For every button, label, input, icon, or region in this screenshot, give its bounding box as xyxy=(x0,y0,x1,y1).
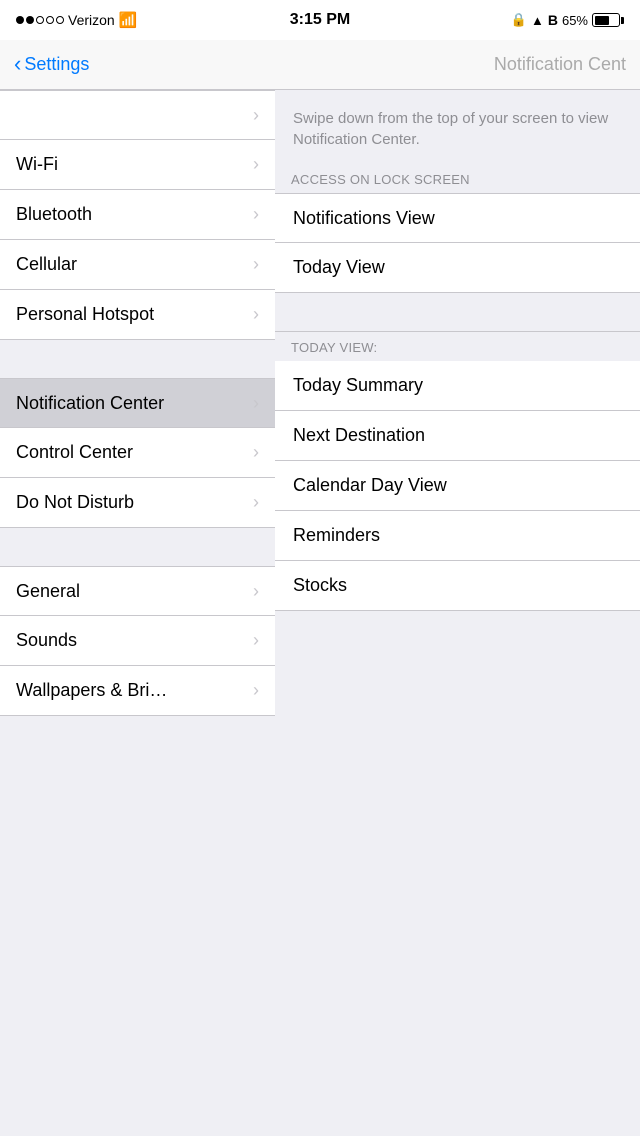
right-item-today-view[interactable]: Today View xyxy=(275,243,640,293)
right-item-notifications-view[interactable]: Notifications View xyxy=(275,193,640,243)
lock-screen-header: ACCESS ON LOCK SCREEN xyxy=(275,164,640,193)
sidebar-item-cellular[interactable]: Cellular › xyxy=(0,240,275,290)
right-item-today-summary[interactable]: Today Summary xyxy=(275,361,640,411)
sidebar-item-wifi[interactable]: Wi-Fi › xyxy=(0,140,275,190)
chevron-icon: › xyxy=(253,581,259,602)
sidebar-item-general[interactable]: General › xyxy=(0,566,275,616)
battery-percent: 65% xyxy=(562,13,588,28)
lock-icon: 🔒 xyxy=(511,12,527,28)
sidebar-item-do-not-disturb[interactable]: Do Not Disturb › xyxy=(0,478,275,528)
sidebar-item-cropped[interactable]: › xyxy=(0,90,275,140)
chevron-icon: › xyxy=(253,105,259,126)
sidebar-item-wallpapers[interactable]: Wallpapers & Bri… › xyxy=(0,666,275,716)
chevron-icon: › xyxy=(253,154,259,175)
sidebar-item-control-center[interactable]: Control Center › xyxy=(0,428,275,478)
chevron-icon: › xyxy=(253,304,259,325)
description-box: Swipe down from the top of your screen t… xyxy=(275,90,640,164)
bluetooth-icon: B xyxy=(548,12,558,28)
nav-bar: ‹ Settings Notification Cent xyxy=(0,40,640,90)
back-label: Settings xyxy=(24,54,89,75)
status-bar: Verizon 📶 3:15 PM 🔒 ▲ B 65% xyxy=(0,0,640,40)
sidebar-gap-2 xyxy=(0,528,275,566)
main-layout: › Wi-Fi › Bluetooth › Cellular › Persona… xyxy=(0,90,640,1136)
right-item-reminders[interactable]: Reminders xyxy=(275,511,640,561)
chevron-icon: › xyxy=(253,492,259,513)
sidebar: › Wi-Fi › Bluetooth › Cellular › Persona… xyxy=(0,90,275,1136)
signal-icon xyxy=(16,16,64,24)
sidebar-item-sounds[interactable]: Sounds › xyxy=(0,616,275,666)
right-panel: Swipe down from the top of your screen t… xyxy=(275,90,640,1136)
battery-icon xyxy=(592,13,624,27)
chevron-icon: › xyxy=(253,204,259,225)
status-right: 🔒 ▲ B 65% xyxy=(511,12,624,28)
section-gap xyxy=(275,293,640,331)
sidebar-gap-1 xyxy=(0,340,275,378)
chevron-icon: › xyxy=(253,442,259,463)
sidebar-item-notification-center[interactable]: Notification Center › xyxy=(0,378,275,428)
nav-right-title: Notification Cent xyxy=(494,54,640,75)
sidebar-item-hotspot[interactable]: Personal Hotspot › xyxy=(0,290,275,340)
right-panel-inner: Swipe down from the top of your screen t… xyxy=(275,90,640,611)
right-item-stocks[interactable]: Stocks xyxy=(275,561,640,611)
carrier-label: Verizon xyxy=(68,12,115,28)
today-view-header: TODAY VIEW: xyxy=(275,331,640,361)
status-time: 3:15 PM xyxy=(290,11,350,29)
back-chevron-icon: ‹ xyxy=(14,51,21,77)
chevron-icon: › xyxy=(253,680,259,701)
description-text: Swipe down from the top of your screen t… xyxy=(293,110,608,148)
sidebar-item-bluetooth[interactable]: Bluetooth › xyxy=(0,190,275,240)
chevron-icon: › xyxy=(253,393,259,414)
back-button[interactable]: ‹ Settings xyxy=(0,53,103,77)
location-icon: ▲ xyxy=(531,13,544,28)
chevron-icon: › xyxy=(253,254,259,275)
right-item-calendar-day-view[interactable]: Calendar Day View xyxy=(275,461,640,511)
status-left: Verizon 📶 xyxy=(16,11,137,29)
right-item-next-destination[interactable]: Next Destination xyxy=(275,411,640,461)
chevron-icon: › xyxy=(253,630,259,651)
wifi-icon: 📶 xyxy=(119,11,138,29)
